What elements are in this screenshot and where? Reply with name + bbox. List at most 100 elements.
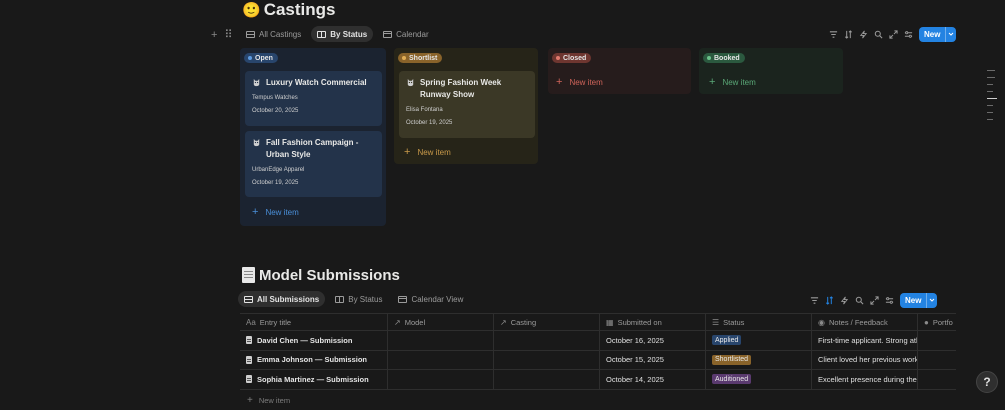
board-card[interactable]: Luxury Watch Commercial Tempus Watches O… xyxy=(245,71,382,126)
table-row[interactable]: Sophia Martinez — Submission October 14,… xyxy=(240,370,956,390)
tab-calendar-view[interactable]: Calendar View xyxy=(392,291,469,307)
column-header[interactable]: ↗ Model xyxy=(388,314,494,330)
submitted-on-cell[interactable]: October 14, 2025 xyxy=(600,370,706,389)
new-item-button[interactable]: + New item xyxy=(709,77,756,88)
tab-by-status[interactable]: By Status xyxy=(311,26,374,42)
sliders-icon[interactable] xyxy=(904,30,913,39)
status-badge[interactable]: Shortlist xyxy=(398,53,443,63)
chevron-down-icon[interactable] xyxy=(926,292,937,308)
casting-cell[interactable] xyxy=(494,350,600,369)
add-row-button[interactable]: + New item xyxy=(247,395,290,406)
card-title: Spring Fashion Week Runway Show xyxy=(420,78,502,99)
page-emoji-icon[interactable]: 🙂 xyxy=(242,3,261,18)
notes-cell[interactable]: Excellent presence during the in xyxy=(812,370,918,389)
card-date: October 19, 2025 xyxy=(406,120,453,126)
castings-new-button[interactable]: New xyxy=(919,26,957,42)
cat-face-icon xyxy=(253,138,260,147)
casting-cell[interactable] xyxy=(494,331,600,350)
comment-property-icon: ◉ xyxy=(818,317,825,327)
status-badge: Shortlisted xyxy=(712,354,752,365)
cat-face-icon xyxy=(407,78,414,87)
new-item-button[interactable]: + New item xyxy=(404,147,451,158)
add-block-icon[interactable]: + xyxy=(211,29,217,41)
card-date: October 19, 2025 xyxy=(252,180,299,186)
casting-cell[interactable] xyxy=(494,370,600,389)
tab-submissions-by-status[interactable]: By Status xyxy=(329,291,388,307)
card-client: Elisa Fontana xyxy=(406,107,443,113)
model-cell[interactable] xyxy=(388,350,494,369)
sliders-icon[interactable] xyxy=(885,296,894,305)
tab-all-castings[interactable]: All Castings xyxy=(240,26,307,42)
person-property-icon: ● xyxy=(924,317,929,327)
submissions-view-tabs: All Submissions By Status Calendar View xyxy=(238,291,469,307)
column-header[interactable]: ☰ Status xyxy=(706,314,812,330)
tab-all-submissions[interactable]: All Submissions xyxy=(238,291,326,307)
submissions-table: Aa Entry title ↗ Model ↗ Casting ▦ Submitted… xyxy=(240,313,956,390)
card-title: Luxury Watch Commercial xyxy=(266,78,367,87)
column-header[interactable]: ▦ Submitted on xyxy=(600,314,706,330)
card-client: UrbanEdge Apparel xyxy=(252,167,305,173)
page-icon xyxy=(246,375,252,384)
sort-icon[interactable] xyxy=(844,29,853,39)
text-property-icon: Aa xyxy=(246,317,256,327)
table-row[interactable]: David Chen — Submission October 16, 2025… xyxy=(240,331,956,351)
plus-icon: + xyxy=(709,76,716,88)
column-header[interactable]: ● Portfo xyxy=(918,314,956,330)
filter-icon[interactable] xyxy=(829,30,838,39)
plus-icon: + xyxy=(247,395,253,406)
filter-icon[interactable] xyxy=(810,296,819,305)
expand-icon[interactable] xyxy=(889,29,898,39)
submissions-new-button[interactable]: New xyxy=(900,292,938,308)
table-row[interactable]: Emma Johnson — Submission October 15, 20… xyxy=(240,350,956,370)
section-title-text[interactable]: Model Submissions xyxy=(259,267,400,284)
block-handle[interactable]: + ⠿ xyxy=(211,28,233,42)
search-icon[interactable] xyxy=(855,296,864,305)
page-title-text[interactable]: Castings xyxy=(264,0,336,20)
column-header[interactable]: ↗ Casting xyxy=(494,314,600,330)
castings-toolbar: New xyxy=(829,26,957,42)
board-column-shortlist: Shortlist Spring Fashion Week Runway Sho… xyxy=(394,48,538,164)
status-badge[interactable]: Booked xyxy=(703,53,745,63)
column-header[interactable]: Aa Entry title xyxy=(240,314,388,330)
page-icon xyxy=(246,355,252,364)
card-date: October 20, 2025 xyxy=(252,108,299,114)
table-header-row: Aa Entry title ↗ Model ↗ Casting ▦ Submitted… xyxy=(240,313,956,331)
help-icon[interactable]: ? xyxy=(976,371,998,393)
lightning-icon[interactable] xyxy=(840,296,849,305)
notes-cell[interactable]: Client loved her previous work. xyxy=(812,350,918,369)
board-card[interactable]: Spring Fashion Week Runway Show Elisa Fo… xyxy=(399,71,535,138)
status-badge[interactable]: Open xyxy=(244,53,278,63)
portfolio-cell[interactable] xyxy=(918,331,956,350)
board-column-closed: Closed + New item xyxy=(548,48,691,94)
search-icon[interactable] xyxy=(874,30,883,39)
model-cell[interactable] xyxy=(388,370,494,389)
document-icon[interactable] xyxy=(242,267,255,283)
card-title: Fall Fashion Campaign - Urban Style xyxy=(266,138,359,159)
relation-arrow-icon: ↗ xyxy=(394,317,401,327)
submissions-toolbar: New xyxy=(810,292,938,308)
cat-face-icon xyxy=(253,78,260,87)
expand-icon[interactable] xyxy=(870,295,879,305)
model-cell[interactable] xyxy=(388,331,494,350)
submitted-on-cell[interactable]: October 16, 2025 xyxy=(600,331,706,350)
status-badge[interactable]: Closed xyxy=(552,53,592,63)
portfolio-cell[interactable] xyxy=(918,351,956,370)
submitted-on-cell[interactable]: October 15, 2025 xyxy=(600,350,706,369)
table-icon xyxy=(246,30,255,38)
notes-cell[interactable]: First-time applicant. Strong athl xyxy=(812,331,918,350)
portfolio-cell[interactable] xyxy=(918,370,956,389)
new-item-button[interactable]: + New item xyxy=(556,77,603,88)
calendar-icon xyxy=(383,30,393,38)
column-header[interactable]: ◉ Notes / Feedback xyxy=(812,314,918,330)
board-card[interactable]: Fall Fashion Campaign - Urban Style Urba… xyxy=(245,131,382,197)
status-property-icon: ☰ xyxy=(712,317,720,327)
lightning-icon[interactable] xyxy=(859,30,868,39)
relation-arrow-icon: ↗ xyxy=(500,317,507,327)
date-property-icon: ▦ xyxy=(606,317,614,327)
table-of-contents-indicator[interactable] xyxy=(987,70,997,126)
chevron-down-icon[interactable] xyxy=(945,26,956,42)
tab-calendar[interactable]: Calendar xyxy=(377,26,434,42)
drag-handle-icon[interactable]: ⠿ xyxy=(224,28,232,41)
sort-icon[interactable] xyxy=(825,295,834,305)
new-item-button[interactable]: + New item xyxy=(252,207,299,218)
